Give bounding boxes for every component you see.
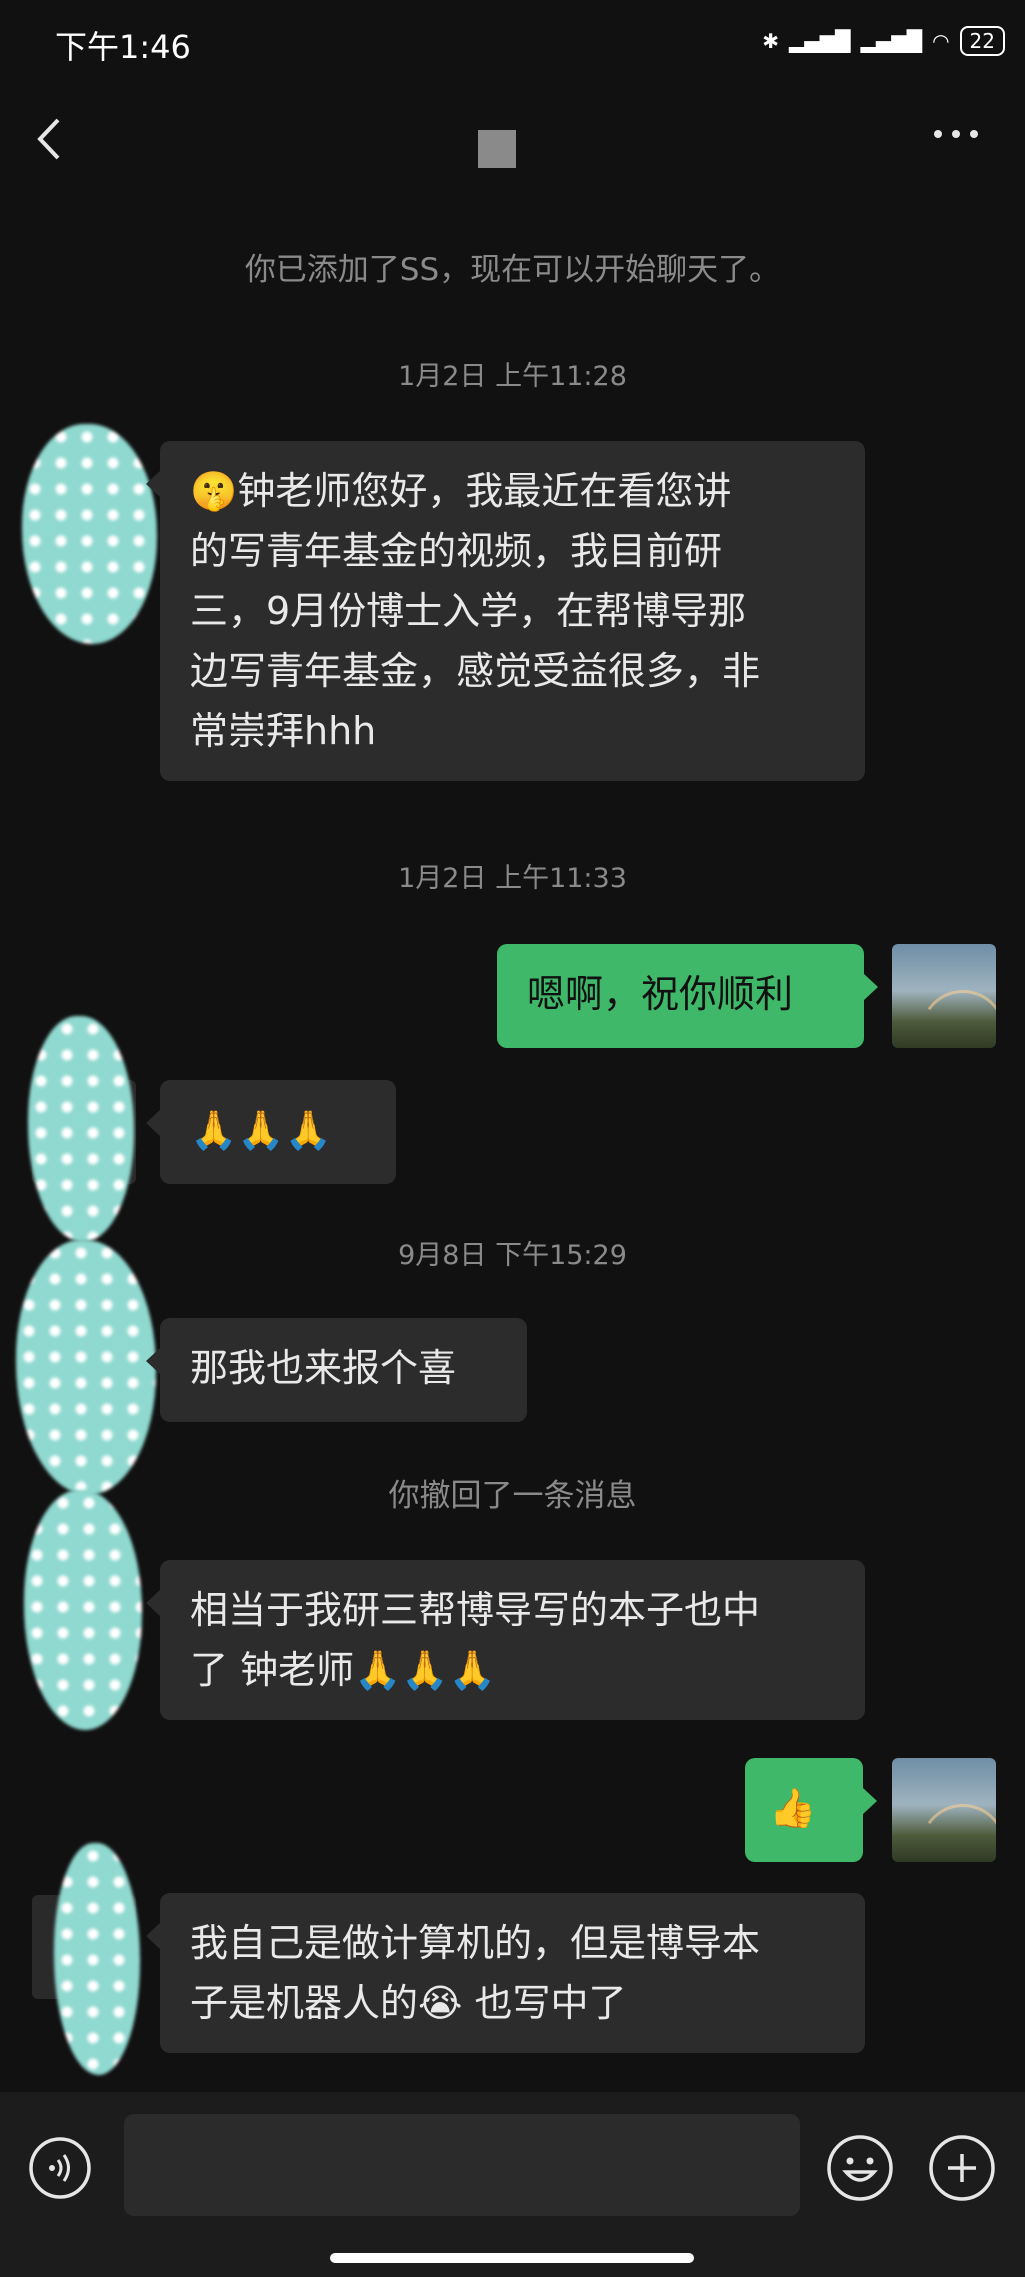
message-text: 👍 [769,1786,817,1830]
timestamp: 1月2日 上午11:28 [398,361,627,392]
battery-indicator: 22 [959,26,1005,56]
timestamp: 1月2日 上午11:33 [398,863,627,894]
contact-avatar[interactable] [16,1240,156,1495]
message-bubble-incoming[interactable]: 相当于我研三帮博导写的本子也中 了 钟老师🙏🙏🙏 [146,1560,865,1720]
message-line: 常崇拜hhh [190,709,377,753]
message-line: 边写青年基金，感觉受益很多，非 [190,649,761,693]
recall-notice: 你撤回了一条消息 [388,1478,637,1514]
status-icons: ✱ ▂▄▆█ ▂▄▆█ ◠ 22 [762,26,1005,56]
message-text: 那我也来报个喜 [190,1346,457,1390]
message-line: 三，9月份博士入学，在帮博导那 [190,589,747,633]
message-line: 了 钟老师🙏🙏🙏 [190,1648,497,1692]
message-line: 我自己是做计算机的，但是博导本 [190,1921,761,1965]
chat-title [478,130,516,168]
message-input[interactable] [124,2114,800,2216]
message-bubble-incoming[interactable]: 那我也来报个喜 [146,1318,527,1422]
system-message: 你已添加了SS，现在可以开始聊天了。 [244,252,781,288]
contact-avatar[interactable] [22,424,157,644]
message-bubble-outgoing[interactable]: 嗯啊，祝你顺利 [497,944,878,1048]
bluetooth-icon: ✱ [762,29,780,53]
voice-icon[interactable] [28,2136,92,2200]
more-dots-icon[interactable] [931,122,981,146]
status-time: 下午1:46 [55,28,191,66]
wifi-icon: ◠ [932,29,950,53]
contact-avatar[interactable] [24,1490,142,1730]
timestamp: 9月8日 下午15:29 [398,1240,627,1271]
message-line: 的写青年基金的视频，我目前研 [190,529,723,573]
emoji-icon[interactable] [826,2134,894,2202]
message-text: 嗯啊，祝你顺利 [527,972,794,1016]
contact-avatar[interactable] [28,1016,134,1242]
contact-avatar[interactable] [54,1843,140,2075]
signal-icon: ▂▄▆█ [789,29,851,53]
message-bubble-incoming[interactable]: 🤫钟老师您好，我最近在看您讲 的写青年基金的视频，我目前研 三，9月份博士入学，… [146,441,865,781]
my-avatar[interactable] [892,1758,996,1862]
message-text: 🙏🙏🙏 [190,1108,332,1152]
my-avatar[interactable] [892,944,996,1048]
home-indicator[interactable] [330,2253,694,2263]
message-line: 🤫钟老师您好，我最近在看您讲 [190,469,732,513]
message-line: 相当于我研三帮博导写的本子也中 [190,1588,761,1632]
message-bubble-incoming[interactable]: 我自己是做计算机的，但是博导本 子是机器人的😭 也写中了 [146,1893,865,2053]
message-bubble-incoming[interactable]: 🙏🙏🙏 [146,1080,396,1184]
signal-icon-2: ▂▄▆█ [860,29,923,53]
plus-icon[interactable] [928,2134,996,2202]
message-line: 子是机器人的😭 也写中了 [190,1981,627,2025]
message-bubble-outgoing[interactable]: 👍 [745,1758,877,1862]
chevron-left-icon[interactable] [28,112,74,166]
